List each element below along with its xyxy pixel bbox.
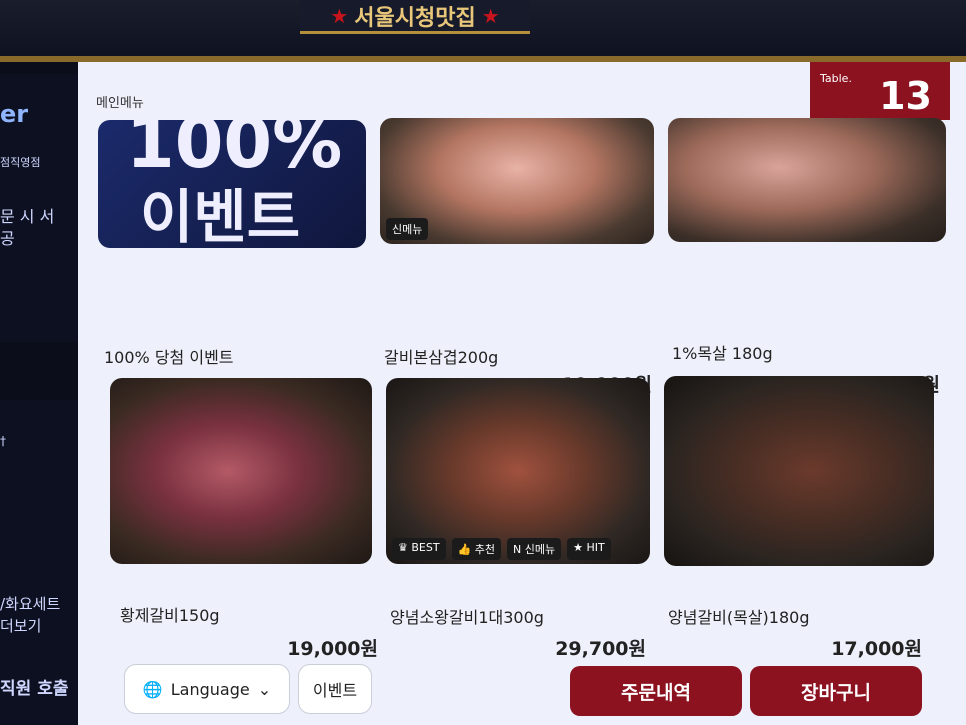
- hit-badge: ★ HIT: [567, 538, 611, 560]
- category-more[interactable]: 더보기: [0, 615, 60, 637]
- menu-name: 갈비본삼겹200g: [384, 348, 499, 367]
- left-side-panel: er 점직영점 문 시 서 공: [0, 74, 90, 342]
- menu-image: [668, 118, 946, 242]
- top-frame: ★ 서울시청맛집 ★: [0, 0, 966, 62]
- menu-card-event[interactable]: 100% 이벤트 100% 당첨 이벤트: [98, 120, 368, 390]
- best-badge-text: BEST: [411, 541, 440, 554]
- cart-button[interactable]: 장바구니: [750, 666, 922, 716]
- language-label: Language: [170, 679, 250, 699]
- restaurant-banner: ★ 서울시청맛집 ★: [300, 0, 530, 34]
- side-subtitle: 점직영점: [0, 156, 41, 169]
- event-image: 100% 이벤트: [98, 120, 366, 248]
- menu-card[interactable]: ♛ BEST 👍 추천 N 신메뉴 ★ HIT 양념소왕갈비1대300g 29,…: [386, 378, 654, 660]
- star-icon: ★: [481, 3, 500, 28]
- menu-card[interactable]: 양념갈비(목살)180g 17,000원: [664, 376, 944, 660]
- menu-name: 양념갈비(목살)180g: [668, 608, 810, 627]
- menu-price: 17,000원: [831, 638, 922, 660]
- menu-name: 1%목살 180g: [672, 344, 773, 363]
- menu-screen: 메인메뉴 Table. 13 100% 이벤트 100% 당첨 이벤트 신메뉴 …: [78, 62, 966, 725]
- category-mark: †: [0, 434, 6, 448]
- recommend-badge: 👍 추천: [451, 538, 502, 560]
- menu-card[interactable]: 황제갈비150g 19,000원: [110, 378, 378, 660]
- new-menu-badge-text: 신메뉴: [524, 543, 556, 556]
- best-badge: ♛ BEST: [392, 538, 446, 560]
- menu-price: 19,000원: [287, 638, 378, 660]
- menu-card[interactable]: 1%목살 180g 17,000원: [668, 118, 950, 408]
- new-menu-badge: 신메뉴: [386, 218, 429, 240]
- globe-icon: 🌐: [142, 679, 163, 699]
- table-label: Table.: [820, 72, 852, 85]
- recommend-badge-text: 추천: [474, 543, 496, 556]
- side-text-line2: 공: [0, 229, 15, 248]
- menu-name: 양념소왕갈비1대300g: [390, 608, 544, 627]
- event-button[interactable]: 이벤트: [298, 664, 372, 714]
- menu-price: 29,700원: [555, 638, 646, 660]
- order-history-button[interactable]: 주문내역: [570, 666, 742, 716]
- table-number: 13: [879, 74, 932, 118]
- table-number-box: Table. 13: [810, 62, 950, 120]
- menu-name: 황제갈비150g: [120, 606, 220, 625]
- banner-text: 서울시청맛집: [354, 5, 476, 31]
- hit-badge-text: HIT: [586, 541, 605, 554]
- staff-call-button[interactable]: 직원 호출: [0, 674, 68, 699]
- menu-image: 신메뉴: [380, 118, 654, 244]
- menu-name: 100% 당첨 이벤트: [104, 348, 234, 367]
- menu-card[interactable]: 신메뉴 갈비본삼겹200g 19,000원: [380, 118, 662, 408]
- event-promo-line2: 이벤트: [140, 183, 301, 248]
- language-button[interactable]: 🌐 Language ⌄: [124, 664, 290, 714]
- section-title: 메인메뉴: [96, 96, 144, 111]
- side-text-line1: 문 시 서: [0, 207, 55, 226]
- badge-group: ♛ BEST 👍 추천 N 신메뉴 ★ HIT: [392, 538, 611, 560]
- star-icon: ★: [330, 3, 349, 28]
- side-text: 문 시 서 공: [0, 206, 54, 250]
- category-set[interactable]: /화요세트: [0, 593, 60, 615]
- category-link[interactable]: /화요세트 더보기: [0, 593, 60, 637]
- chevron-down-icon: ⌄: [257, 679, 272, 699]
- new-menu-badge: N 신메뉴: [507, 538, 562, 560]
- menu-image: [110, 378, 372, 564]
- side-title: er: [0, 100, 29, 128]
- menu-image: [664, 376, 934, 566]
- menu-image: ♛ BEST 👍 추천 N 신메뉴 ★ HIT: [386, 378, 650, 564]
- badge-group: 신메뉴: [386, 218, 429, 240]
